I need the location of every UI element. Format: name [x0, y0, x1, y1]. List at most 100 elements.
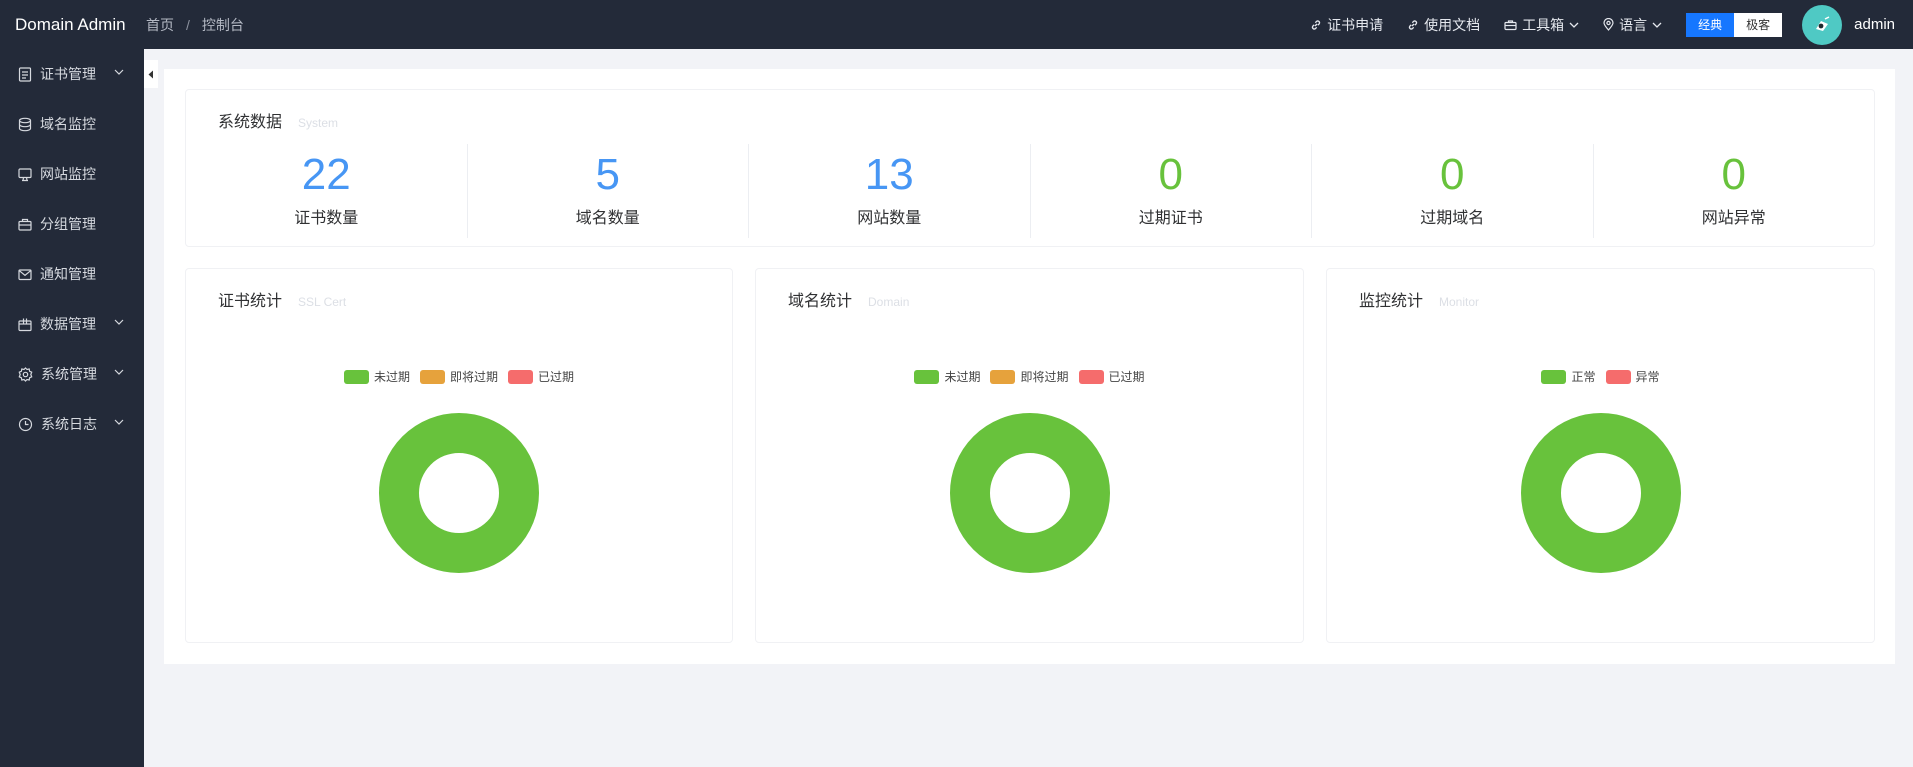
sidebar-item-label: 网站监控 — [40, 166, 96, 182]
legend-item[interactable]: 已过期 — [1078, 368, 1145, 385]
legend-item[interactable]: 正常 — [1541, 368, 1596, 385]
monitor-icon — [18, 167, 32, 181]
system-data-card: 系统数据 System 22 证书数量 5 域名数量 13 网站数量 0 过期证… — [185, 89, 1875, 247]
legend-label: 已过期 — [1108, 370, 1145, 384]
toolbox-label: 工具箱 — [1522, 16, 1565, 33]
system-card-subtitle: System — [298, 116, 339, 130]
stat-site-count[interactable]: 13 网站数量 — [749, 144, 1031, 238]
sidebar-item-label: 证书管理 — [40, 66, 96, 82]
sidebar-item-label: 系统日志 — [41, 416, 97, 432]
clock-icon — [18, 417, 33, 431]
stat-expired-certs[interactable]: 0 过期证书 — [1031, 144, 1312, 238]
sidebar-item-domain-monitor[interactable]: 域名监控 — [0, 99, 144, 149]
dashboard-content: 系统数据 System 22 证书数量 5 域名数量 13 网站数量 0 过期证… — [164, 69, 1895, 664]
mode-geek-button[interactable]: 极客 — [1734, 12, 1783, 37]
chart-title: 域名统计 — [788, 293, 853, 310]
caret-left-icon — [148, 70, 153, 78]
legend-swatch — [914, 369, 940, 384]
stat-label: 网站数量 — [857, 210, 922, 227]
sidebar-item-label: 分组管理 — [40, 216, 96, 232]
docs-link[interactable]: 使用文档 — [1407, 15, 1480, 35]
chevron-down-icon — [114, 369, 124, 375]
stat-label: 证书数量 — [294, 210, 359, 227]
chevron-down-icon — [1569, 22, 1579, 28]
language-dropdown[interactable]: 语言 — [1603, 15, 1662, 35]
briefcase-icon — [18, 218, 32, 231]
gear-icon — [18, 366, 33, 382]
sidebar-item-site-monitor[interactable]: 网站监控 — [0, 149, 144, 199]
sidebar-item-logs[interactable]: 系统日志 — [0, 399, 144, 449]
sidebar-item-system[interactable]: 系统管理 — [0, 349, 144, 399]
stat-site-errors[interactable]: 0 网站异常 — [1594, 144, 1875, 238]
stat-label: 过期域名 — [1420, 210, 1485, 227]
legend-swatch — [419, 369, 445, 384]
sidebar-item-notifications[interactable]: 通知管理 — [0, 249, 144, 299]
chart-title: 监控统计 — [1359, 293, 1424, 310]
toolbox-icon — [1504, 19, 1517, 30]
cert-apply-link[interactable]: 证书申请 — [1310, 15, 1383, 35]
legend-swatch — [1605, 369, 1631, 384]
pie-slice[interactable] — [1520, 413, 1681, 573]
legend-label: 未过期 — [944, 370, 981, 384]
breadcrumb-separator: / — [186, 16, 190, 33]
chevron-down-icon — [114, 69, 124, 75]
domain-stats-card: 域名统计 Domain 未过期 即将过期 已过期 — [755, 268, 1304, 643]
monitor-stats-card: 监控统计 Monitor 正常 异常 — [1326, 268, 1875, 643]
legend-swatch — [1078, 369, 1104, 384]
stat-value: 13 — [864, 150, 914, 199]
legend-swatch — [1541, 369, 1567, 384]
stat-cert-count[interactable]: 22 证书数量 — [186, 144, 468, 238]
donut-chart — [949, 413, 1110, 573]
sidebar-item-certificates[interactable]: 证书管理 — [0, 49, 144, 99]
sidebar-item-groups[interactable]: 分组管理 — [0, 199, 144, 249]
sidebar-item-label: 域名监控 — [40, 116, 96, 132]
avatar[interactable] — [1802, 4, 1843, 45]
stat-value: 22 — [301, 150, 351, 199]
legend-item[interactable]: 异常 — [1605, 368, 1660, 385]
chart-subtitle: Monitor — [1439, 295, 1480, 309]
breadcrumb-current: 控制台 — [201, 16, 244, 33]
chart-title: 证书统计 — [218, 293, 283, 310]
legend-item[interactable]: 即将过期 — [990, 368, 1069, 385]
pie-slice[interactable] — [949, 413, 1110, 573]
donut-chart — [1520, 413, 1681, 573]
chevron-down-icon — [1652, 22, 1662, 28]
link-icon — [1408, 19, 1418, 30]
legend-item[interactable]: 未过期 — [343, 368, 410, 385]
stat-value: 0 — [1158, 150, 1183, 199]
card-title: 系统数据 System — [218, 108, 338, 132]
sidebar-collapse-button[interactable] — [144, 60, 158, 88]
document-icon — [18, 66, 32, 82]
card-title: 证书统计 SSL Cert — [218, 287, 346, 311]
chart-legend: 未过期 即将过期 已过期 — [186, 368, 732, 385]
card-title: 域名统计 Domain — [788, 287, 909, 311]
chevron-down-icon — [114, 419, 124, 425]
legend-label: 即将过期 — [1020, 370, 1069, 384]
system-card-title: 系统数据 — [218, 114, 283, 131]
legend-item[interactable]: 已过期 — [508, 368, 574, 385]
stat-value: 0 — [1721, 150, 1746, 199]
legend-item[interactable]: 未过期 — [914, 368, 980, 385]
chevron-down-icon — [114, 319, 124, 325]
sidebar-item-data[interactable]: 数据管理 — [0, 299, 144, 349]
legend-swatch — [508, 369, 533, 384]
stat-value: 5 — [595, 150, 620, 199]
mode-classic-button[interactable]: 经典 — [1686, 12, 1735, 37]
stat-domain-count[interactable]: 5 域名数量 — [468, 144, 749, 238]
cert-apply-label: 证书申请 — [1327, 16, 1384, 33]
toolbox-dropdown[interactable]: 工具箱 — [1504, 15, 1579, 35]
box-icon — [18, 318, 32, 331]
stat-expired-domains[interactable]: 0 过期域名 — [1312, 144, 1594, 238]
stat-label: 域名数量 — [575, 210, 640, 227]
legend-label: 未过期 — [373, 370, 410, 384]
breadcrumb-home[interactable]: 首页 — [146, 15, 174, 35]
cert-stats-card: 证书统计 SSL Cert 未过期 即将过期 已过期 — [185, 268, 733, 643]
pie-slice[interactable] — [379, 413, 539, 573]
language-label: 语言 — [1619, 16, 1648, 33]
sidebar-item-label: 数据管理 — [40, 316, 96, 332]
user-avatar-icon — [1816, 15, 1830, 31]
legend-label: 即将过期 — [449, 370, 498, 384]
legend-item[interactable]: 即将过期 — [419, 368, 498, 385]
app-title[interactable]: Domain Admin — [0, 15, 144, 35]
username[interactable]: admin — [1854, 16, 1895, 33]
